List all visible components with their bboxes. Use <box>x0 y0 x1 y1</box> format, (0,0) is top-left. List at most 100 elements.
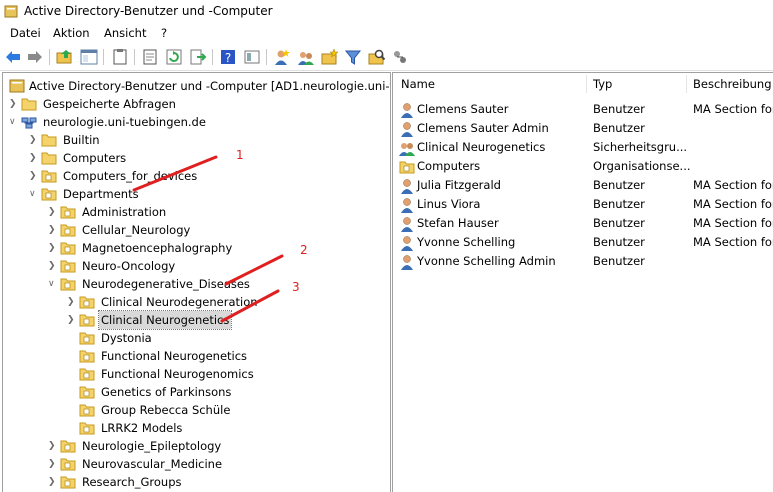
properties-icon[interactable] <box>141 48 159 66</box>
tree-label: Research_Groups <box>82 475 182 489</box>
tree-label: Neurodegenerative_Diseases <box>82 277 250 291</box>
tree-functional-neurogenetics[interactable]: Functional Neurogenetics <box>67 347 367 365</box>
ou-folder-icon <box>60 224 76 237</box>
ou-folder-icon <box>79 314 95 327</box>
filter-icon[interactable] <box>344 48 362 66</box>
tree-clinical-neurogenetics[interactable]: ❯ Clinical Neurogenetics <box>67 310 367 330</box>
tree-label: Computers <box>63 151 127 165</box>
list-row[interactable]: Clemens Sauter Benutzer MA Section for <box>393 100 773 119</box>
folder-icon <box>41 134 57 147</box>
tree-neurologie-epileptology[interactable]: ❯ Neurologie_Epileptology <box>48 437 348 455</box>
tree-dystonia[interactable]: Dystonia <box>67 329 367 347</box>
list-row[interactable]: Yvonne Schelling Admin Benutzer <box>393 252 773 271</box>
tree-saved-queries[interactable]: ❯ Gespeicherte Abfragen <box>9 95 309 113</box>
tree-domain[interactable]: ∨ neurologie.uni-tuebingen.de <box>9 113 309 131</box>
chevron-right-icon[interactable]: ❯ <box>29 131 39 149</box>
chevron-right-icon[interactable]: ❯ <box>48 239 58 257</box>
cell-name: Clemens Sauter Admin <box>417 121 549 135</box>
list-row[interactable]: Julia Fitzgerald Benutzer MA Section for <box>393 176 773 195</box>
chevron-right-icon[interactable]: ❯ <box>29 167 39 185</box>
clipboard-icon[interactable] <box>111 48 129 66</box>
tree-neurovascular-medicine[interactable]: ❯ Neurovascular_Medicine <box>48 455 348 473</box>
tree-clinical-neurodegeneration[interactable]: ❯ Clinical Neurodegeneration <box>67 293 367 311</box>
cell-description: MA Section for <box>693 197 773 211</box>
chevron-down-icon[interactable]: ∨ <box>29 185 39 203</box>
view-icon[interactable] <box>243 48 261 66</box>
user-icon <box>401 103 413 118</box>
tree-root[interactable]: Active Directory-Benutzer und -Computer … <box>7 77 390 95</box>
find-icon[interactable] <box>368 48 386 66</box>
new-user-icon[interactable] <box>273 48 291 66</box>
annotation-label-3: 3 <box>292 280 300 294</box>
tree-label: Computers_for_devices <box>63 169 198 183</box>
chevron-down-icon[interactable]: ∨ <box>48 275 58 293</box>
window-title: Active Directory-Benutzer und -Computer <box>24 4 273 18</box>
ou-folder-icon <box>60 242 76 255</box>
help-icon[interactable]: ? <box>219 48 237 66</box>
list-row[interactable]: Clemens Sauter Admin Benutzer <box>393 119 773 138</box>
chevron-right-icon[interactable]: ❯ <box>48 455 58 473</box>
cell-description: MA Section for <box>693 102 773 116</box>
delegate-icon[interactable] <box>391 48 409 66</box>
export-icon[interactable] <box>189 48 207 66</box>
tree-computers[interactable]: ❯ Computers <box>29 149 329 167</box>
ou-folder-icon <box>60 458 76 471</box>
tree-departments[interactable]: ∨ Departments <box>29 185 329 203</box>
console-tree: Active Directory-Benutzer und -Computer … <box>2 72 391 492</box>
up-folder-icon[interactable] <box>56 48 74 66</box>
chevron-right-icon[interactable]: ❯ <box>9 95 19 113</box>
chevron-right-icon[interactable]: ❯ <box>67 293 77 311</box>
console-tree-icon[interactable] <box>80 48 98 66</box>
new-group-icon[interactable] <box>297 48 315 66</box>
back-arrow-icon[interactable] <box>4 48 22 66</box>
list-row[interactable]: Clinical Neurogenetics Sicherheitsgru... <box>393 138 773 157</box>
list-row[interactable]: Stefan Hauser Benutzer MA Section for <box>393 214 773 233</box>
list-row[interactable]: Yvonne Schelling Benutzer MA Section for <box>393 233 773 252</box>
tree-administration[interactable]: ❯ Administration <box>48 203 348 221</box>
chevron-right-icon[interactable]: ❯ <box>48 437 58 455</box>
column-header-type[interactable]: Typ <box>593 73 612 95</box>
chevron-right-icon[interactable]: ❯ <box>67 311 77 329</box>
chevron-right-icon[interactable]: ❯ <box>48 221 58 239</box>
tree-genetics-of-parkinsons[interactable]: Genetics of Parkinsons <box>67 383 367 401</box>
cell-description: MA Section for <box>693 178 773 192</box>
chevron-right-icon[interactable]: ❯ <box>29 149 39 167</box>
menu-datei[interactable]: Datei <box>10 26 41 40</box>
tree-lrrk2-models[interactable]: LRRK2 Models <box>67 419 367 437</box>
menu-aktion[interactable]: Aktion <box>53 26 90 40</box>
user-icon <box>401 236 413 251</box>
tree-computers-for-devices[interactable]: ❯ Computers_for_devices <box>29 167 329 185</box>
tree-neurodegenerative-diseases[interactable]: ∨ Neurodegenerative_Diseases <box>48 275 348 293</box>
tree-cellular-neurology[interactable]: ❯ Cellular_Neurology <box>48 221 348 239</box>
tree-builtin[interactable]: ❯ Builtin <box>29 131 329 149</box>
menu-help[interactable]: ? <box>161 26 167 40</box>
tree-label: Group Rebecca Schüle <box>101 403 231 417</box>
tree-group-rebecca-schuele[interactable]: Group Rebecca Schüle <box>67 401 367 419</box>
chevron-right-icon[interactable]: ❯ <box>48 473 58 491</box>
forward-arrow-icon[interactable] <box>26 48 44 66</box>
menu-ansicht[interactable]: Ansicht <box>104 26 146 40</box>
folder-icon <box>41 152 57 165</box>
tree-functional-neurogenomics[interactable]: Functional Neurogenomics <box>67 365 367 383</box>
details-list: Name Typ Beschreibung Clemens Sauter Ben… <box>392 72 773 492</box>
user-icon <box>401 255 413 270</box>
tree-research-groups[interactable]: ❯ Research_Groups <box>48 473 348 491</box>
chevron-right-icon[interactable]: ❯ <box>48 203 58 221</box>
list-row[interactable]: Computers Organisationse... <box>393 157 773 176</box>
column-header-name[interactable]: Name <box>401 73 435 95</box>
cell-type: Benutzer <box>593 121 645 135</box>
ou-folder-icon <box>399 161 415 174</box>
ou-folder-icon <box>79 386 95 399</box>
ou-folder-icon <box>79 332 95 345</box>
column-header-description[interactable]: Beschreibung <box>693 73 772 95</box>
menu-bar: Datei Aktion Ansicht ? <box>0 24 773 44</box>
chevron-down-icon[interactable]: ∨ <box>9 113 19 131</box>
chevron-right-icon[interactable]: ❯ <box>48 257 58 275</box>
cell-name: Julia Fitzgerald <box>417 178 501 192</box>
list-row[interactable]: Linus Viora Benutzer MA Section for <box>393 195 773 214</box>
tree-neuro-oncology[interactable]: ❯ Neuro-Oncology <box>48 257 348 275</box>
new-ou-icon[interactable] <box>321 48 339 66</box>
refresh-icon[interactable] <box>165 48 183 66</box>
ou-folder-icon <box>79 368 95 381</box>
cell-type: Organisationse... <box>593 159 691 173</box>
